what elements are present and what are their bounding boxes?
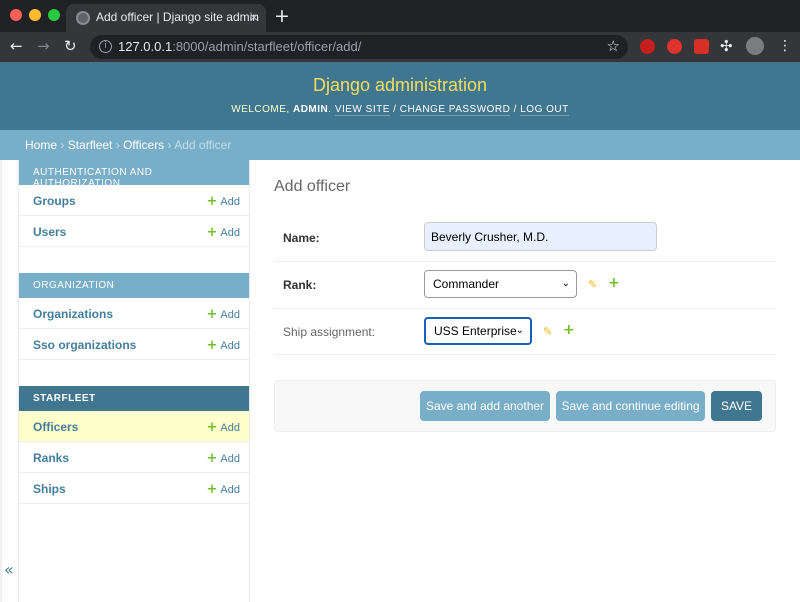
log-out-link[interactable]: LOG OUT [520,104,569,116]
sidebar-item-ships: Ships + Add [19,473,249,504]
site-branding[interactable]: Django administration [0,75,800,96]
sidebar-item-users: Users + Add [19,216,249,247]
nav-sidebar: AUTHENTICATION AND AUTHORIZATION Groups … [18,160,250,602]
add-plus-icon: + [206,307,218,322]
new-tab-button[interactable]: + [274,5,290,27]
add-plus-icon: + [206,338,218,353]
sidebar-link-officers[interactable]: Officers [33,420,78,434]
form-row-rank: Rank: Commander ⌄ ✎ + [274,262,776,309]
add-ranks-link[interactable]: + Add [207,451,240,466]
save-and-continue-button[interactable]: Save and continue editing [556,391,705,421]
minimize-window-button[interactable] [29,9,41,21]
ship-selected-value: USS Enterprise [434,324,517,338]
module-caption-auth[interactable]: AUTHENTICATION AND AUTHORIZATION [19,160,249,189]
rank-label: Rank: [283,278,317,292]
tab-close-icon[interactable]: × [250,9,258,25]
youtube-extension-icon[interactable] [667,39,682,54]
breadcrumb-current: Add officer [174,138,232,152]
chevron-down-icon: ⌄ [561,278,570,289]
ship-assignment-label: Ship assignment: [283,325,376,339]
add-plus-icon: + [206,451,218,466]
reload-icon[interactable]: ↻ [64,37,77,55]
browser-tab[interactable]: Add officer | Django site admin × [66,4,266,32]
rank-select[interactable]: Commander ⌄ [424,270,577,298]
sidebar-item-ranks: Ranks + Add [19,442,249,473]
browser-tab-bar: Add officer | Django site admin × + [0,0,800,32]
view-site-link[interactable]: VIEW SITE [334,104,390,116]
save-button[interactable]: SAVE [711,391,762,421]
add-users-link[interactable]: + Add [207,225,240,240]
globe-icon [76,11,90,25]
submit-row: Save and add another Save and continue e… [274,380,776,432]
profile-avatar[interactable] [746,37,764,55]
browser-menu-icon[interactable]: ⋮ [778,38,792,54]
edit-rank-pencil-icon[interactable]: ✎ [588,278,597,291]
red-extension-icon[interactable] [694,39,709,54]
add-plus-icon: + [206,225,218,240]
edit-ship-pencil-icon[interactable]: ✎ [543,325,552,338]
tab-title: Add officer | Django site admin [96,10,259,24]
forward-arrow-icon[interactable]: → [37,37,50,55]
add-groups-link[interactable]: + Add [207,194,240,209]
chevron-down-icon: ⌄ [515,325,524,336]
save-and-add-another-button[interactable]: Save and add another [420,391,550,421]
add-plus-icon: + [206,482,218,497]
name-label: Name: [283,231,320,245]
sidebar-link-ships[interactable]: Ships [33,482,66,496]
add-plus-icon: + [206,194,218,209]
breadcrumb-home[interactable]: Home [25,138,57,152]
form-row-name: Name: [274,212,776,262]
add-rank-plus-icon[interactable]: + [608,275,620,291]
sidebar-item-officers: Officers + Add [19,411,249,442]
extensions-puzzle-icon[interactable]: ✣ [720,37,733,55]
site-info-icon[interactable]: i [99,40,112,53]
ublock-extension-icon[interactable] [640,39,655,54]
breadcrumb: Home › Starfleet › Officers › Add office… [0,130,800,160]
sidebar-link-sso-organizations[interactable]: Sso organizations [33,338,136,352]
close-window-button[interactable] [10,9,22,21]
sidebar-edge [0,160,2,602]
rank-selected-value: Commander [433,277,500,291]
ship-assignment-select[interactable]: USS Enterprise ⌄ [424,317,532,345]
url-text[interactable]: 127.0.0.1:8000/admin/starfleet/officer/a… [118,39,361,54]
browser-toolbar: ← → ↻ i 127.0.0.1:8000/admin/starfleet/o… [0,32,800,62]
toggle-sidebar-button[interactable]: « [4,560,14,579]
welcome-text: WELCOME, [231,104,290,115]
form-row-ship: Ship assignment: USS Enterprise ⌄ ✎ + [274,309,776,355]
change-password-link[interactable]: CHANGE PASSWORD [399,104,511,116]
sidebar-item-sso-organizations: Sso organizations + Add [19,329,249,360]
maximize-window-button[interactable] [48,9,60,21]
add-organizations-link[interactable]: + Add [207,307,240,322]
name-field[interactable] [424,222,657,251]
sidebar-link-organizations[interactable]: Organizations [33,307,113,321]
sidebar-link-groups[interactable]: Groups [33,194,76,208]
breadcrumb-officers[interactable]: Officers [123,138,164,152]
username: ADMIN [292,104,329,115]
add-plus-icon: + [206,420,218,435]
bookmark-star-icon[interactable]: ☆ [607,37,620,55]
breadcrumb-starfleet[interactable]: Starfleet [68,138,113,152]
sidebar-item-organizations: Organizations + Add [19,298,249,329]
module-caption-organization[interactable]: ORGANIZATION [19,273,249,298]
back-arrow-icon[interactable]: ← [10,37,23,55]
address-bar[interactable]: i 127.0.0.1:8000/admin/starfleet/officer… [90,35,628,59]
page-title: Add officer [274,178,351,195]
add-ships-link[interactable]: + Add [207,482,240,497]
module-caption-starfleet[interactable]: STARFLEET [19,386,249,411]
user-tools: WELCOME, ADMIN. VIEW SITE / CHANGE PASSW… [231,104,569,116]
sidebar-link-users[interactable]: Users [33,225,66,239]
add-ship-plus-icon[interactable]: + [563,322,575,338]
admin-header: Django administration WELCOME, ADMIN. VI… [0,62,800,130]
add-officers-link[interactable]: + Add [207,420,240,435]
sidebar-item-groups: Groups + Add [19,185,249,216]
sidebar-link-ranks[interactable]: Ranks [33,451,69,465]
add-sso-organizations-link[interactable]: + Add [207,338,240,353]
